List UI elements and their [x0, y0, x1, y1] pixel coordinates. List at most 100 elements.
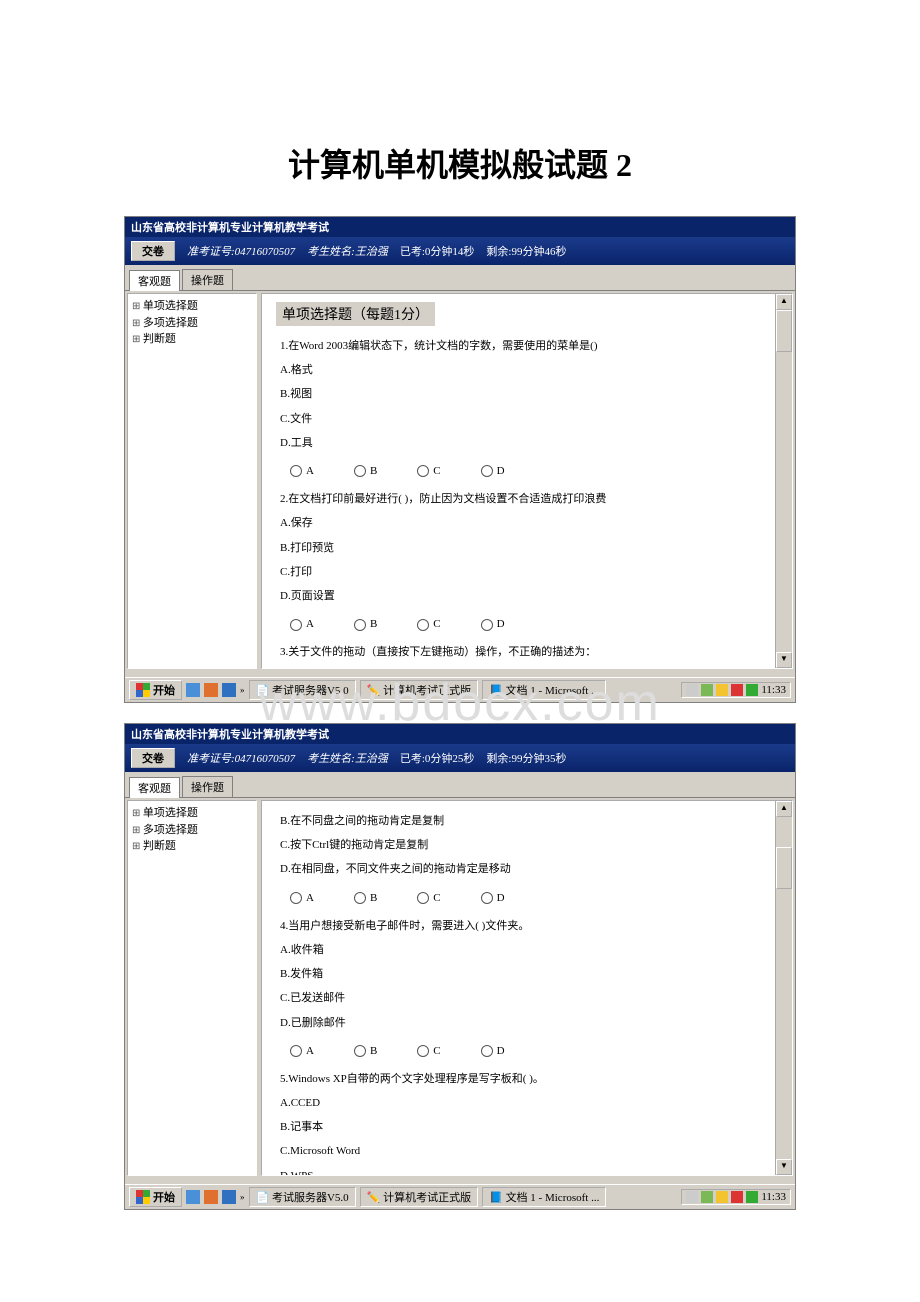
q4-radio-d[interactable]: D	[481, 1039, 505, 1063]
taskbar-app-exam[interactable]: ✏️ 计算机考试正式版	[360, 680, 478, 700]
info-bar: 交卷 准考证号:04716070507 考生姓名:王治强 已考:0分钟14秒 剩…	[125, 237, 795, 265]
tree-multi-choice[interactable]: 多项选择题	[132, 822, 252, 839]
q3-radio-c[interactable]: C	[417, 886, 440, 910]
quicklaunch-image-icon[interactable]	[222, 683, 236, 697]
radio-label-b: B	[370, 892, 377, 904]
tray-network-icon[interactable]	[701, 684, 713, 696]
q2-radio-d[interactable]: D	[481, 612, 505, 636]
radio-label-a: A	[306, 1045, 314, 1057]
tray-keyboard-icon[interactable]	[686, 684, 698, 696]
taskbar-app-server[interactable]: 📄 考试服务器V5.0	[249, 1187, 356, 1207]
quicklaunch-folder-icon[interactable]	[204, 1190, 218, 1204]
quicklaunch-expand-icon[interactable]: »	[240, 685, 245, 695]
q4-radio-c[interactable]: C	[417, 1039, 440, 1063]
submit-button[interactable]: 交卷	[131, 748, 175, 768]
question-1: 1.在Word 2003编辑状态下，统计文档的字数，需要使用的菜单是() A.格…	[280, 334, 778, 487]
q1-stem: 1.在Word 2003编辑状态下，统计文档的字数，需要使用的菜单是()	[280, 334, 778, 358]
scroll-down-icon[interactable]: ▼	[776, 1159, 792, 1175]
quicklaunch-image-icon[interactable]	[222, 1190, 236, 1204]
quicklaunch-ie-icon[interactable]	[186, 1190, 200, 1204]
name-value: 王治强	[355, 246, 388, 258]
scroll-up-icon[interactable]: ▲	[776, 294, 792, 310]
tray-volume-icon[interactable]	[731, 684, 743, 696]
exam-id-label: 准考证号:04716070507	[187, 750, 295, 766]
q2-stem: 2.在文档打印前最好进行( )，防止因为文档设置不合适造成打印浪费	[280, 487, 778, 511]
tray-shield-icon[interactable]	[716, 684, 728, 696]
q2-radio-b[interactable]: B	[354, 612, 377, 636]
tree-judge[interactable]: 判断题	[132, 331, 252, 348]
taskbar-app-word[interactable]: 📘 文档 1 - Microsoft ...	[482, 680, 606, 700]
system-tray: 11:33	[681, 1189, 791, 1205]
elapsed-time: 已考:0分钟14秒	[400, 243, 475, 259]
q4-radio-a[interactable]: A	[290, 1039, 314, 1063]
q1-radio-c[interactable]: C	[417, 459, 440, 483]
vertical-scrollbar[interactable]: ▲ ▼	[775, 294, 792, 668]
screenshot-2: 山东省高校非计算机专业计算机教学考试 交卷 准考证号:04716070507 考…	[124, 723, 796, 1210]
scroll-up-icon[interactable]: ▲	[776, 801, 792, 817]
radio-label-c: C	[433, 465, 440, 477]
q1-opt-c: C.文件	[280, 407, 778, 431]
q2-opt-a: A.保存	[280, 511, 778, 535]
clock: 11:33	[761, 1191, 786, 1203]
q5-opt-a: A.CCED	[280, 1091, 778, 1115]
quicklaunch-ie-icon[interactable]	[186, 683, 200, 697]
q1-radio-d[interactable]: D	[481, 459, 505, 483]
scroll-thumb[interactable]	[776, 310, 792, 352]
scroll-down-icon[interactable]: ▼	[776, 652, 792, 668]
question-4: 4.当用户想接受新电子邮件时，需要进入( )文件夹。 A.收件箱 B.发件箱 C…	[280, 914, 778, 1067]
tab-operation[interactable]: 操作题	[182, 269, 233, 290]
remaining-time: 剩余:99分钟46秒	[486, 243, 566, 259]
q2-opt-c: C.打印	[280, 560, 778, 584]
tray-usb-icon[interactable]	[746, 684, 758, 696]
start-button[interactable]: 开始	[129, 680, 182, 700]
tray-keyboard-icon[interactable]	[686, 1191, 698, 1203]
tray-network-icon[interactable]	[701, 1191, 713, 1203]
tab-operation[interactable]: 操作题	[182, 776, 233, 797]
taskbar-app-word[interactable]: 📘 文档 1 - Microsoft ...	[482, 1187, 606, 1207]
tray-volume-icon[interactable]	[731, 1191, 743, 1203]
start-button[interactable]: 开始	[129, 1187, 182, 1207]
q4-opt-d: D.已删除邮件	[280, 1011, 778, 1035]
submit-button[interactable]: 交卷	[131, 241, 175, 261]
question-3-cont: B.在不同盘之间的拖动肯定是复制 C.按下Ctrl键的拖动肯定是复制 D.在相同…	[280, 809, 778, 914]
window-titlebar: 山东省高校非计算机专业计算机教学考试	[125, 217, 795, 237]
exam-id-label: 准考证号:04716070507	[187, 243, 295, 259]
radio-label-d: D	[497, 892, 505, 904]
q4-stem: 4.当用户想接受新电子邮件时，需要进入( )文件夹。	[280, 914, 778, 938]
quicklaunch-folder-icon[interactable]	[204, 683, 218, 697]
q4-radio-b[interactable]: B	[354, 1039, 377, 1063]
taskbar-app-server[interactable]: 📄 考试服务器V5.0	[249, 680, 356, 700]
tree-single-choice[interactable]: 单项选择题	[132, 298, 252, 315]
tab-objective[interactable]: 客观题	[129, 270, 180, 291]
vertical-scrollbar[interactable]: ▲ ▼	[775, 801, 792, 1175]
q1-opt-b: B.视图	[280, 382, 778, 406]
start-label: 开始	[153, 682, 175, 698]
clock: 11:33	[761, 684, 786, 696]
q3-radio-a[interactable]: A	[290, 886, 314, 910]
id-label-text: 准考证号:	[187, 753, 235, 765]
info-bar: 交卷 准考证号:04716070507 考生姓名:王治强 已考:0分钟25秒 剩…	[125, 744, 795, 772]
tray-shield-icon[interactable]	[716, 1191, 728, 1203]
radio-label-a: A	[306, 465, 314, 477]
q2-radio-a[interactable]: A	[290, 612, 314, 636]
tab-objective[interactable]: 客观题	[129, 777, 180, 798]
q3-radio-d[interactable]: D	[481, 886, 505, 910]
tree-multi-choice[interactable]: 多项选择题	[132, 315, 252, 332]
tree-single-choice[interactable]: 单项选择题	[132, 805, 252, 822]
question-tree: 单项选择题 多项选择题 判断题	[127, 293, 257, 669]
tree-judge[interactable]: 判断题	[132, 838, 252, 855]
radio-label-c: C	[433, 618, 440, 630]
q3-radio-b[interactable]: B	[354, 886, 377, 910]
system-tray: 11:33	[681, 682, 791, 698]
q1-radio-a[interactable]: A	[290, 459, 314, 483]
scroll-thumb[interactable]	[776, 847, 792, 889]
tray-usb-icon[interactable]	[746, 1191, 758, 1203]
radio-label-a: A	[306, 618, 314, 630]
q2-radio-c[interactable]: C	[417, 612, 440, 636]
q1-radio-b[interactable]: B	[354, 459, 377, 483]
quicklaunch-expand-icon[interactable]: »	[240, 1192, 245, 1202]
taskbar-app-exam[interactable]: ✏️ 计算机考试正式版	[360, 1187, 478, 1207]
id-value: 04716070507	[235, 246, 296, 258]
id-value: 04716070507	[235, 753, 296, 765]
windows-flag-icon	[136, 683, 150, 697]
